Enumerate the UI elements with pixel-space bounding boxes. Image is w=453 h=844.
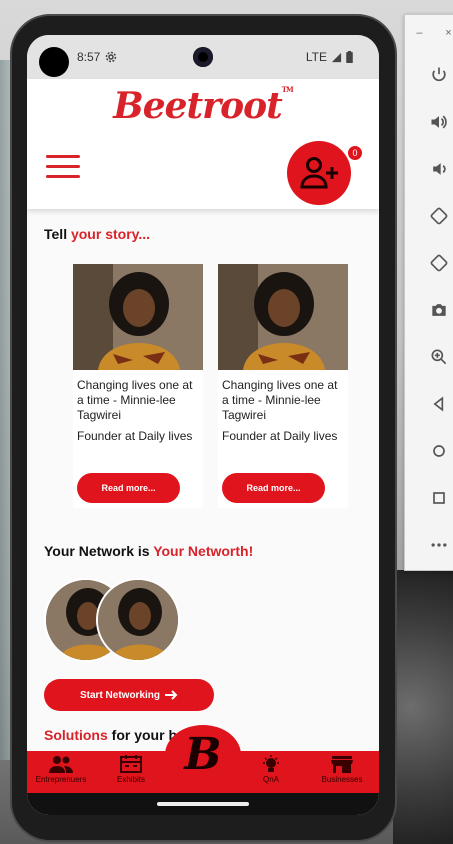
story-photo [73,264,203,370]
lightbulb-icon [263,755,279,772]
status-time-group: 8:57 [77,50,117,64]
emulator-window-controls: – × [405,15,453,51]
nav-label: Exhibits [116,775,145,784]
rotate-left-icon [430,207,448,224]
overview-button[interactable] [405,474,453,521]
story-title-plain: Tell [44,226,71,242]
trademark-mark: TM [281,85,294,94]
home-button[interactable] [405,427,453,474]
back-icon [433,395,444,412]
story-card-body: Changing lives one at a time - Minnie-le… [73,370,203,444]
overview-icon [433,491,445,504]
minimize-icon[interactable]: – [416,27,422,39]
read-more-button[interactable]: Read more... [222,473,325,503]
start-networking-button[interactable]: Start Networking [44,679,214,711]
settings-gear-icon [106,51,117,63]
add-connection-button[interactable] [287,141,351,205]
calendar-icon [120,755,142,773]
nav-qna[interactable]: QnA [239,755,303,784]
solutions-title-accent: Solutions [44,727,108,743]
close-icon[interactable]: × [445,27,451,39]
screenshot-button[interactable] [405,286,453,333]
rotate-left-button[interactable] [405,192,453,239]
network-type: LTE [305,50,327,64]
network-title-accent: Your Networth! [153,543,254,559]
network-section-title: Your Network is Your Networth! [44,543,253,559]
solutions-title-plain: for your b [107,727,178,743]
store-icon [331,756,353,773]
more-button[interactable] [405,521,453,568]
story-photo [218,264,348,370]
arrow-right-icon [165,690,178,700]
beetroot-logo: BeetrootTM [27,85,379,127]
logo-text: Beetroot [113,85,282,127]
menu-bar [46,175,80,178]
nav-entrepreneurs[interactable]: Entreprenuers [29,755,93,784]
story-card[interactable]: Changing lives one at a time - Minnie-le… [218,264,348,508]
invite-count-badge: 0 [347,145,363,161]
front-camera [193,47,213,67]
nav-businesses[interactable]: Businesses [310,755,374,784]
story-headline: Changing lives one at a time - Minnie-le… [77,378,193,422]
power-icon [432,67,446,81]
portrait-illustration [73,264,203,370]
status-time: 8:57 [77,50,101,64]
solutions-section-title: Solutions for your b [44,727,177,743]
beetroot-b-logo[interactable]: B [177,729,229,781]
read-more-button[interactable]: Read more... [77,473,180,503]
more-icon [431,542,447,547]
nav-label: QnA [262,775,279,784]
nav-exhibits[interactable]: Exhibits [99,755,163,784]
people-icon [49,756,73,773]
punch-hole-mask [39,47,69,77]
volume-up-button[interactable] [405,98,453,145]
menu-bar [46,165,80,168]
volume-down-button[interactable] [405,145,453,192]
camera-icon [432,303,446,316]
zoom-icon [431,349,447,364]
emulator-toolbar: – × [404,14,453,571]
phone-screen: 8:57 LTE BeetrootTM 0 Tell your story...… [27,35,379,815]
rotate-right-icon [430,254,448,271]
avatar-portrait [98,580,178,660]
signal-icon [331,52,342,62]
volume-down-icon [433,162,446,175]
story-card[interactable]: Changing lives one at a time - Minnie-le… [73,264,203,508]
menu-button[interactable] [46,155,80,179]
add-person-icon [300,157,338,189]
battery-icon [346,51,353,63]
back-button[interactable] [405,380,453,427]
background-car [393,570,453,844]
power-button[interactable] [405,51,453,98]
menu-bar [46,155,80,158]
gesture-handle[interactable] [157,802,249,806]
nav-label: Entreprenuers [35,775,87,784]
story-role: Founder at Daily lives [222,429,338,443]
network-title-plain: Your Network is [44,543,154,559]
status-right-group: LTE [306,50,353,64]
app-header: BeetrootTM 0 [27,79,379,209]
start-networking-label: Start Networking [79,689,160,701]
zoom-button[interactable] [405,333,453,380]
story-section-title: Tell your story... [44,226,150,242]
story-card-body: Changing lives one at a time - Minnie-le… [218,370,348,444]
network-avatar[interactable] [96,578,180,662]
story-title-accent: your story... [70,226,151,242]
nav-label: Businesses [321,775,363,784]
volume-up-icon [431,115,447,128]
story-headline: Changing lives one at a time - Minnie-le… [222,378,338,422]
home-icon [433,444,445,457]
status-bar: 8:57 LTE [27,35,379,79]
portrait-illustration [218,264,348,370]
rotate-right-button[interactable] [405,239,453,286]
story-role: Founder at Daily lives [77,429,193,443]
